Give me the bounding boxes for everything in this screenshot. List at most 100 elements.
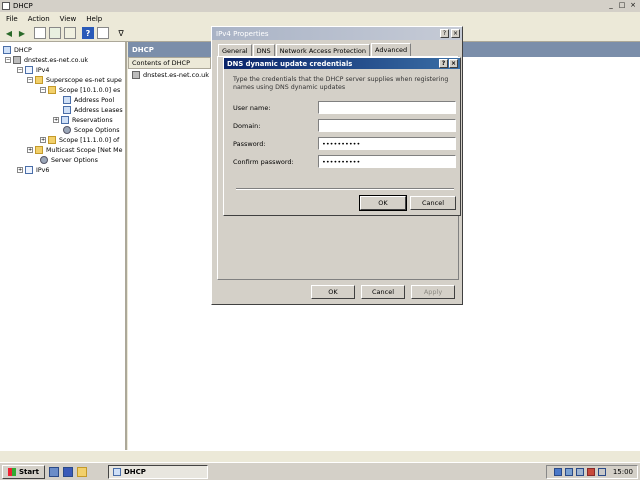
show-tree-icon[interactable] bbox=[34, 27, 46, 39]
dns-credentials-dialog: DNS dynamic update credentials ? × Type … bbox=[223, 57, 461, 216]
taskbar: Start DHCP 15:00 bbox=[0, 462, 640, 480]
tree-node-scope-11[interactable]: + Scope [11.1.0.0] of bbox=[40, 135, 119, 145]
separator bbox=[236, 188, 454, 190]
folder-icon bbox=[35, 76, 43, 84]
password-label: Password: bbox=[233, 140, 266, 148]
folder-icon bbox=[48, 136, 56, 144]
window-controls: _ □ × bbox=[606, 1, 638, 10]
help-icon[interactable]: ? bbox=[82, 27, 94, 39]
close-button[interactable]: × bbox=[449, 59, 458, 68]
tree-expander[interactable]: − bbox=[27, 77, 33, 83]
back-arrow-icon[interactable]: ◀ bbox=[3, 27, 15, 39]
credentials-description: Type the credentials that the DHCP serve… bbox=[233, 76, 449, 91]
password-input[interactable]: •••••••••• bbox=[318, 137, 456, 150]
quicklaunch-server-manager-icon[interactable] bbox=[48, 466, 59, 477]
options-icon bbox=[40, 156, 48, 164]
tab-dns[interactable]: DNS bbox=[252, 44, 275, 56]
refresh-icon[interactable] bbox=[49, 27, 61, 39]
tree-expander[interactable]: − bbox=[40, 87, 46, 93]
help-button[interactable]: ? bbox=[440, 29, 449, 38]
tree-expander[interactable]: + bbox=[27, 147, 33, 153]
folder-icon bbox=[35, 146, 43, 154]
windows-logo-icon bbox=[8, 467, 16, 476]
language-icon[interactable] bbox=[553, 468, 562, 476]
properties-icon[interactable] bbox=[97, 27, 109, 39]
minimize-button[interactable]: _ bbox=[606, 1, 616, 10]
credentials-titlebar: DNS dynamic update credentials ? × bbox=[224, 58, 460, 69]
tab-network-access-protection[interactable]: Network Access Protection bbox=[275, 44, 371, 56]
tree-node-multicast-scope[interactable]: + Multicast Scope [Net Me bbox=[27, 145, 122, 155]
start-button[interactable]: Start bbox=[2, 464, 45, 479]
tree-node-scope-10[interactable]: − Scope [10.1.0.0] es bbox=[40, 85, 120, 95]
tree-expander[interactable]: − bbox=[5, 57, 11, 63]
domain-input[interactable] bbox=[318, 119, 456, 132]
options-icon bbox=[63, 126, 71, 134]
tree-expander[interactable]: + bbox=[53, 117, 59, 123]
tab-strip: General DNS Network Access Protection Ad… bbox=[218, 43, 412, 56]
tree-expander[interactable]: + bbox=[17, 167, 23, 173]
export-list-icon[interactable] bbox=[64, 27, 76, 39]
confirm-password-label: Confirm password: bbox=[233, 158, 294, 166]
server-icon bbox=[13, 56, 21, 64]
username-input[interactable] bbox=[318, 101, 456, 114]
notification-icon[interactable] bbox=[597, 468, 606, 476]
server-icon bbox=[132, 71, 140, 79]
reservations-icon bbox=[61, 116, 69, 124]
cancel-button[interactable]: Cancel bbox=[361, 285, 405, 299]
folder-icon bbox=[48, 86, 56, 94]
quicklaunch-powershell-icon[interactable] bbox=[62, 466, 73, 477]
close-button[interactable]: × bbox=[451, 29, 460, 38]
tree-node-address-pool[interactable]: Address Pool bbox=[63, 95, 114, 105]
tree-node-server-options[interactable]: Server Options bbox=[40, 155, 98, 165]
cancel-button[interactable]: Cancel bbox=[410, 196, 456, 210]
close-button[interactable]: × bbox=[628, 1, 638, 10]
clock[interactable]: 15:00 bbox=[613, 468, 633, 476]
dhcp-icon bbox=[3, 46, 11, 54]
tree-node-ipv6[interactable]: + IPv6 bbox=[17, 165, 49, 175]
ipv4-icon bbox=[25, 66, 33, 74]
forward-arrow-icon[interactable]: ▶ bbox=[16, 27, 28, 39]
dialog-titlebar: IPv4 Properties ? × bbox=[212, 27, 462, 40]
ok-button[interactable]: OK bbox=[311, 285, 355, 299]
menu-help[interactable]: Help bbox=[86, 15, 102, 23]
tree-node-reservations[interactable]: + Reservations bbox=[53, 115, 113, 125]
confirm-password-input[interactable]: •••••••••• bbox=[318, 155, 456, 168]
column-header-contents[interactable]: Contents of DHCP bbox=[128, 57, 211, 69]
menu-action[interactable]: Action bbox=[28, 15, 50, 23]
menu-view[interactable]: View bbox=[60, 15, 77, 23]
status-bar bbox=[0, 450, 640, 462]
tab-general[interactable]: General bbox=[218, 44, 252, 56]
pool-icon bbox=[63, 96, 71, 104]
tree-node-server[interactable]: − dnstest.es-net.co.uk bbox=[5, 55, 88, 65]
console-tree[interactable]: DHCP − dnstest.es-net.co.uk − IPv4 − Sup… bbox=[0, 42, 127, 450]
credentials-title: DNS dynamic update credentials bbox=[227, 59, 353, 68]
apply-button[interactable]: Apply bbox=[411, 285, 455, 299]
ipv6-icon bbox=[25, 166, 33, 174]
maximize-button[interactable]: □ bbox=[617, 1, 627, 10]
tree-node-dhcp[interactable]: DHCP bbox=[3, 45, 32, 55]
server-status-icon[interactable]: ∇ bbox=[115, 27, 127, 39]
security-icon[interactable] bbox=[586, 468, 595, 476]
tab-advanced[interactable]: Advanced bbox=[371, 43, 412, 56]
window-titlebar: DHCP _ □ × bbox=[0, 0, 640, 12]
ok-button[interactable]: OK bbox=[359, 195, 407, 211]
network-icon[interactable] bbox=[564, 468, 573, 476]
tree-expander[interactable]: + bbox=[40, 137, 46, 143]
system-tray: 15:00 bbox=[546, 465, 638, 479]
domain-label: Domain: bbox=[233, 122, 261, 130]
tree-node-address-leases[interactable]: Address Leases bbox=[63, 105, 123, 115]
dialog-title: IPv4 Properties bbox=[216, 29, 269, 38]
tree-expander[interactable]: − bbox=[17, 67, 23, 73]
menu-file[interactable]: File bbox=[6, 15, 18, 23]
list-item[interactable]: dnstest.es-net.co.uk bbox=[132, 71, 209, 79]
tree-node-scope-options[interactable]: Scope Options bbox=[63, 125, 119, 135]
tree-node-superscope[interactable]: − Superscope es-net supe bbox=[27, 75, 122, 85]
quicklaunch-explorer-icon[interactable] bbox=[76, 466, 87, 477]
menu-bar: File Action View Help bbox=[0, 12, 640, 25]
volume-icon[interactable] bbox=[575, 468, 584, 476]
help-button[interactable]: ? bbox=[439, 59, 448, 68]
tree-node-ipv4[interactable]: − IPv4 bbox=[17, 65, 49, 75]
window-title: DHCP bbox=[13, 2, 33, 10]
username-label: User name: bbox=[233, 104, 271, 112]
taskbar-item-dhcp[interactable]: DHCP bbox=[108, 465, 208, 479]
